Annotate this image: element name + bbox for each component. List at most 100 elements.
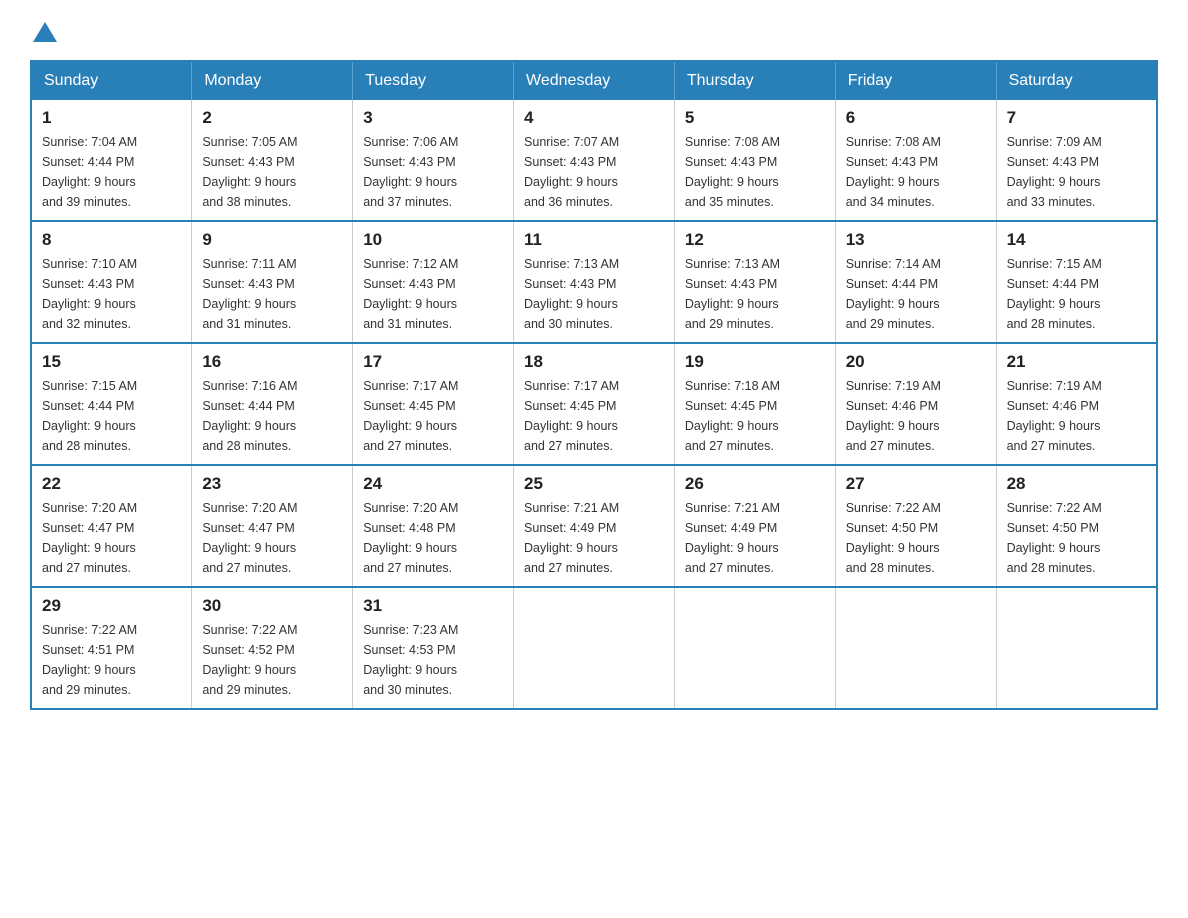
calendar-cell: 10 Sunrise: 7:12 AMSunset: 4:43 PMDayligh… [353,221,514,343]
day-number: 17 [363,352,503,372]
calendar-cell: 16Sunrise: 7:16 AMSunset: 4:44 PMDayligh… [192,343,353,465]
day-number: 25 [524,474,664,494]
calendar-cell: 15 Sunrise: 7:15 AMSunset: 4:44 PMDayligh… [31,343,192,465]
day-info: Sunrise: 7:13 AMSunset: 4:43 PMDaylight:… [524,254,664,334]
calendar-cell: 28 Sunrise: 7:22 AMSunset: 4:50 PMDayligh… [996,465,1157,587]
day-info: Sunrise: 7:17 AMSunset: 4:45 PMDaylight:… [363,376,503,456]
day-number: 6 [846,108,986,128]
day-info: Sunrise: 7:08 AMSunset: 4:43 PMDaylight:… [846,132,986,212]
day-number: 31 [363,596,503,616]
calendar-cell: 1 Sunrise: 7:04 AMSunset: 4:44 PMDaylight… [31,100,192,221]
day-number: 15 [42,352,181,372]
day-info: Sunrise: 7:20 AMSunset: 4:47 PMDaylight:… [42,498,181,578]
day-number: 1 [42,108,181,128]
week-row-1: 1 Sunrise: 7:04 AMSunset: 4:44 PMDaylight… [31,100,1157,221]
day-info: Sunrise: 7:04 AMSunset: 4:44 PMDaylight:… [42,132,181,212]
day-number: 22 [42,474,181,494]
header-saturday: Saturday [996,61,1157,100]
calendar-cell: 19 Sunrise: 7:18 AMSunset: 4:45 PMDayligh… [674,343,835,465]
calendar-cell: 13 Sunrise: 7:14 AMSunset: 4:44 PMDayligh… [835,221,996,343]
day-number: 27 [846,474,986,494]
calendar-cell: 26 Sunrise: 7:21 AMSunset: 4:49 PMDayligh… [674,465,835,587]
day-info: Sunrise: 7:19 AMSunset: 4:46 PMDaylight:… [1007,376,1146,456]
day-number: 13 [846,230,986,250]
week-row-4: 22 Sunrise: 7:20 AMSunset: 4:47 PMDayligh… [31,465,1157,587]
calendar-cell: 22 Sunrise: 7:20 AMSunset: 4:47 PMDayligh… [31,465,192,587]
calendar-cell: 12 Sunrise: 7:13 AMSunset: 4:43 PMDayligh… [674,221,835,343]
day-info: Sunrise: 7:22 AMSunset: 4:50 PMDaylight:… [1007,498,1146,578]
page-header [30,20,1158,40]
day-info: Sunrise: 7:21 AMSunset: 4:49 PMDaylight:… [524,498,664,578]
week-row-2: 8 Sunrise: 7:10 AMSunset: 4:43 PMDaylight… [31,221,1157,343]
day-info: Sunrise: 7:15 AMSunset: 4:44 PMDaylight:… [1007,254,1146,334]
calendar-cell: 11 Sunrise: 7:13 AMSunset: 4:43 PMDayligh… [514,221,675,343]
day-info: Sunrise: 7:20 AMSunset: 4:48 PMDaylight:… [363,498,503,578]
calendar-cell: 9 Sunrise: 7:11 AMSunset: 4:43 PMDaylight… [192,221,353,343]
calendar-cell: 4 Sunrise: 7:07 AMSunset: 4:43 PMDaylight… [514,100,675,221]
day-info: Sunrise: 7:05 AMSunset: 4:43 PMDaylight:… [202,132,342,212]
day-info: Sunrise: 7:07 AMSunset: 4:43 PMDaylight:… [524,132,664,212]
day-info: Sunrise: 7:19 AMSunset: 4:46 PMDaylight:… [846,376,986,456]
day-info: Sunrise: 7:16 AMSunset: 4:44 PMDaylight:… [202,376,342,456]
day-info: Sunrise: 7:15 AMSunset: 4:44 PMDaylight:… [42,376,181,456]
calendar-cell: 20 Sunrise: 7:19 AMSunset: 4:46 PMDayligh… [835,343,996,465]
calendar-cell: 7 Sunrise: 7:09 AMSunset: 4:43 PMDaylight… [996,100,1157,221]
calendar-cell [674,587,835,709]
header-monday: Monday [192,61,353,100]
day-info: Sunrise: 7:22 AMSunset: 4:51 PMDaylight:… [42,620,181,700]
calendar-cell: 23Sunrise: 7:20 AMSunset: 4:47 PMDayligh… [192,465,353,587]
calendar-cell: 14Sunrise: 7:15 AMSunset: 4:44 PMDayligh… [996,221,1157,343]
day-number: 4 [524,108,664,128]
day-number: 9 [202,230,342,250]
week-row-5: 29 Sunrise: 7:22 AMSunset: 4:51 PMDayligh… [31,587,1157,709]
day-number: 11 [524,230,664,250]
day-number: 26 [685,474,825,494]
header-friday: Friday [835,61,996,100]
calendar-cell: 8 Sunrise: 7:10 AMSunset: 4:43 PMDaylight… [31,221,192,343]
day-info: Sunrise: 7:22 AMSunset: 4:52 PMDaylight:… [202,620,342,700]
day-info: Sunrise: 7:06 AMSunset: 4:43 PMDaylight:… [363,132,503,212]
day-info: Sunrise: 7:12 AMSunset: 4:43 PMDaylight:… [363,254,503,334]
calendar-cell: 2Sunrise: 7:05 AMSunset: 4:43 PMDaylight… [192,100,353,221]
day-number: 8 [42,230,181,250]
day-number: 23 [202,474,342,494]
day-number: 20 [846,352,986,372]
day-info: Sunrise: 7:13 AMSunset: 4:43 PMDaylight:… [685,254,825,334]
day-number: 5 [685,108,825,128]
day-number: 30 [202,596,342,616]
day-info: Sunrise: 7:14 AMSunset: 4:44 PMDaylight:… [846,254,986,334]
calendar-cell: 3 Sunrise: 7:06 AMSunset: 4:43 PMDaylight… [353,100,514,221]
day-info: Sunrise: 7:23 AMSunset: 4:53 PMDaylight:… [363,620,503,700]
day-number: 19 [685,352,825,372]
day-number: 3 [363,108,503,128]
day-info: Sunrise: 7:09 AMSunset: 4:43 PMDaylight:… [1007,132,1146,212]
header-tuesday: Tuesday [353,61,514,100]
calendar-cell [835,587,996,709]
day-number: 24 [363,474,503,494]
day-number: 10 [363,230,503,250]
header-thursday: Thursday [674,61,835,100]
day-info: Sunrise: 7:08 AMSunset: 4:43 PMDaylight:… [685,132,825,212]
day-info: Sunrise: 7:17 AMSunset: 4:45 PMDaylight:… [524,376,664,456]
calendar-cell: 21Sunrise: 7:19 AMSunset: 4:46 PMDayligh… [996,343,1157,465]
week-row-3: 15 Sunrise: 7:15 AMSunset: 4:44 PMDayligh… [31,343,1157,465]
day-info: Sunrise: 7:22 AMSunset: 4:50 PMDaylight:… [846,498,986,578]
day-info: Sunrise: 7:18 AMSunset: 4:45 PMDaylight:… [685,376,825,456]
calendar-cell: 24 Sunrise: 7:20 AMSunset: 4:48 PMDayligh… [353,465,514,587]
day-number: 29 [42,596,181,616]
day-number: 28 [1007,474,1146,494]
day-info: Sunrise: 7:11 AMSunset: 4:43 PMDaylight:… [202,254,342,334]
calendar-cell: 27 Sunrise: 7:22 AMSunset: 4:50 PMDayligh… [835,465,996,587]
calendar-table: SundayMondayTuesdayWednesdayThursdayFrid… [30,60,1158,710]
logo-triangle-icon [33,22,57,42]
day-info: Sunrise: 7:10 AMSunset: 4:43 PMDaylight:… [42,254,181,334]
calendar-cell: 18Sunrise: 7:17 AMSunset: 4:45 PMDayligh… [514,343,675,465]
header-sunday: Sunday [31,61,192,100]
day-number: 7 [1007,108,1146,128]
calendar-cell [996,587,1157,709]
calendar-cell: 6 Sunrise: 7:08 AMSunset: 4:43 PMDaylight… [835,100,996,221]
day-number: 12 [685,230,825,250]
calendar-cell: 17 Sunrise: 7:17 AMSunset: 4:45 PMDayligh… [353,343,514,465]
calendar-cell: 5 Sunrise: 7:08 AMSunset: 4:43 PMDaylight… [674,100,835,221]
day-info: Sunrise: 7:21 AMSunset: 4:49 PMDaylight:… [685,498,825,578]
